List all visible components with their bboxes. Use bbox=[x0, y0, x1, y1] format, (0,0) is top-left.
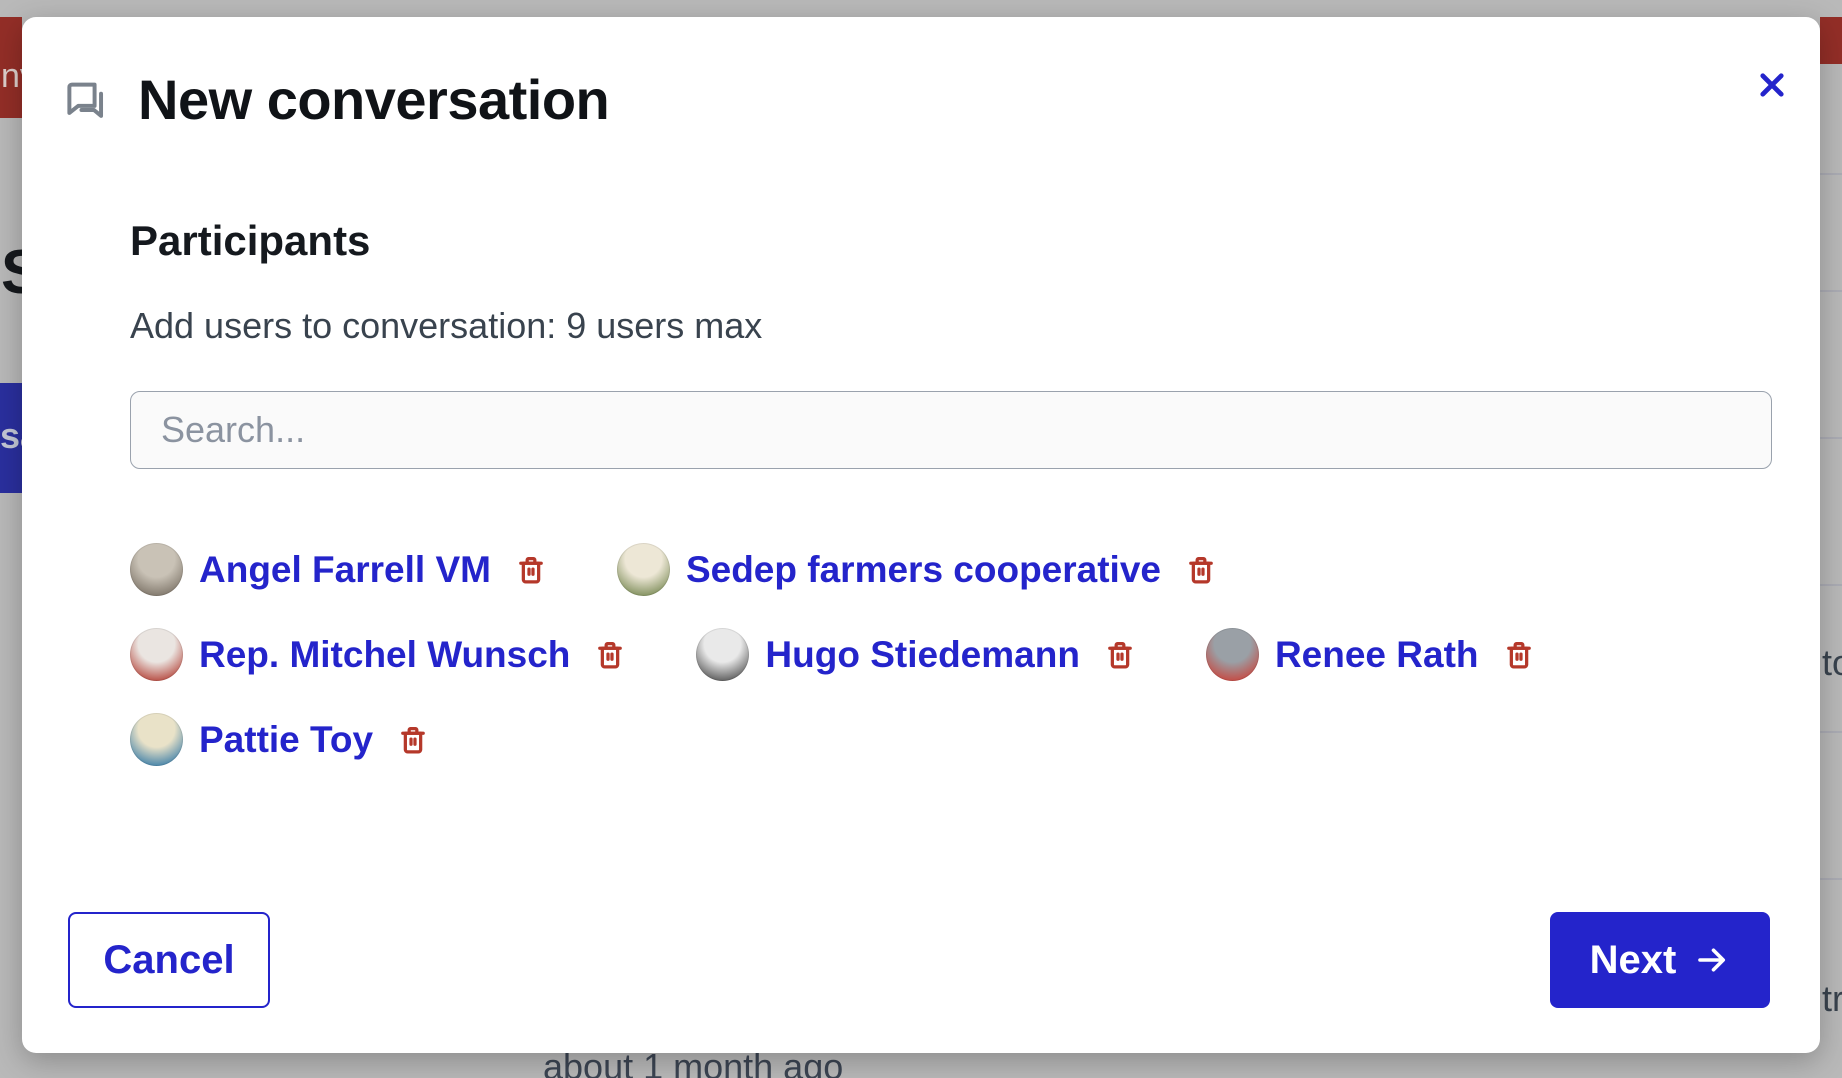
cancel-button[interactable]: Cancel bbox=[68, 912, 270, 1008]
chat-bubbles-icon bbox=[60, 75, 110, 125]
next-button[interactable]: Next bbox=[1550, 912, 1770, 1008]
participant-name[interactable]: Hugo Stiedemann bbox=[765, 634, 1080, 676]
arrow-right-icon bbox=[1694, 942, 1730, 978]
participant-avatar bbox=[130, 628, 183, 681]
modal-footer: Cancel Next bbox=[68, 912, 1770, 1008]
participant-avatar bbox=[130, 543, 183, 596]
participant-avatar bbox=[617, 543, 670, 596]
participant-chip: Angel Farrell VM bbox=[130, 543, 551, 596]
participant-chip: Hugo Stiedemann bbox=[696, 628, 1140, 681]
remove-participant-button[interactable] bbox=[393, 720, 433, 760]
background-nav-bar-fragment: nv bbox=[0, 17, 22, 118]
trash-icon bbox=[1502, 638, 1536, 672]
background-row-divider bbox=[1820, 731, 1842, 733]
participant-name[interactable]: Rep. Mitchel Wunsch bbox=[199, 634, 570, 676]
search-input[interactable] bbox=[130, 391, 1772, 469]
background-row-divider bbox=[1820, 584, 1842, 586]
background-row-divider bbox=[1820, 173, 1842, 175]
trash-icon bbox=[396, 723, 430, 757]
participant-name[interactable]: Pattie Toy bbox=[199, 719, 373, 761]
participant-avatar bbox=[130, 713, 183, 766]
modal-title: New conversation bbox=[138, 67, 609, 132]
participant-chip: Renee Rath bbox=[1206, 628, 1539, 681]
modal-body: Participants Add users to conversation: … bbox=[22, 220, 1820, 766]
close-button[interactable] bbox=[1750, 63, 1794, 107]
background-row-divider bbox=[1820, 878, 1842, 880]
modal-header: New conversation bbox=[22, 17, 1820, 132]
participant-avatar bbox=[1206, 628, 1259, 681]
trash-icon bbox=[1184, 553, 1218, 587]
remove-participant-button[interactable] bbox=[511, 550, 551, 590]
new-conversation-modal: New conversation Participants Add users … bbox=[22, 17, 1820, 1053]
background-active-item-fragment: sa bbox=[0, 383, 22, 493]
trash-icon bbox=[514, 553, 548, 587]
participant-name[interactable]: Angel Farrell VM bbox=[199, 549, 491, 591]
close-icon bbox=[1755, 68, 1789, 102]
trash-icon bbox=[593, 638, 627, 672]
participants-helper-text: Add users to conversation: 9 users max bbox=[130, 304, 1772, 347]
background-nav-bar-right-fragment bbox=[1820, 17, 1842, 64]
participants-heading: Participants bbox=[130, 220, 1772, 262]
remove-participant-button[interactable] bbox=[1100, 635, 1140, 675]
participant-name[interactable]: Sedep farmers cooperative bbox=[686, 549, 1161, 591]
background-row-divider bbox=[1820, 437, 1842, 439]
participant-chip: Sedep farmers cooperative bbox=[617, 543, 1221, 596]
participant-avatar bbox=[696, 628, 749, 681]
background-right-text-fragment: tr bbox=[1822, 978, 1842, 1020]
remove-participant-button[interactable] bbox=[1181, 550, 1221, 590]
participant-chip: Pattie Toy bbox=[130, 713, 433, 766]
remove-participant-button[interactable] bbox=[1499, 635, 1539, 675]
remove-participant-button[interactable] bbox=[590, 635, 630, 675]
trash-icon bbox=[1103, 638, 1137, 672]
participant-chip: Rep. Mitchel Wunsch bbox=[130, 628, 630, 681]
next-button-label: Next bbox=[1590, 938, 1677, 983]
participants-list: Angel Farrell VM Sedep farmers cooperati… bbox=[130, 543, 1772, 766]
background-row-divider bbox=[1820, 290, 1842, 292]
background-right-text-fragment: to bbox=[1822, 642, 1842, 684]
participant-name[interactable]: Renee Rath bbox=[1275, 634, 1479, 676]
